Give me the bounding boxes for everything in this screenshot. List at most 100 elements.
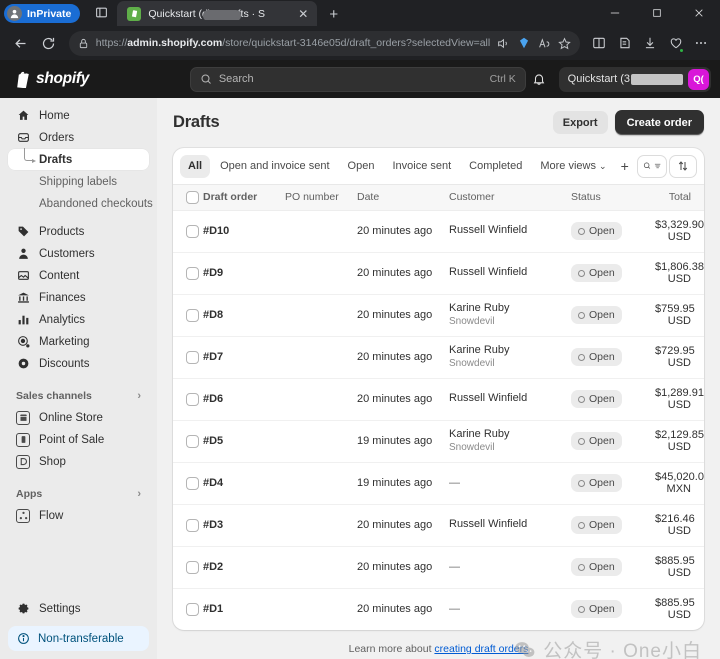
store-switcher[interactable]: Quickstart (3 Q(: [558, 66, 711, 92]
global-search-input[interactable]: Search Ctrl K: [189, 66, 526, 92]
row-checkbox[interactable]: [186, 434, 199, 448]
sort-button[interactable]: [669, 154, 697, 178]
add-view-button[interactable]: +: [617, 155, 633, 178]
creating-draft-orders-link[interactable]: creating draft orders: [434, 643, 528, 655]
table-row[interactable]: #D1 20 minutes ago — Open $885.95 USD: [173, 588, 704, 630]
tab-more-views[interactable]: More views ⌄: [532, 155, 614, 178]
reload-icon[interactable]: [35, 30, 61, 56]
column-date[interactable]: Date: [357, 185, 449, 211]
read-aloud-icon[interactable]: [497, 37, 510, 50]
select-all-checkbox[interactable]: [186, 190, 199, 204]
table-row[interactable]: #D4 19 minutes ago— Open $45,020.00 MXN: [173, 462, 704, 505]
cell-draft-order[interactable]: #D7: [203, 336, 285, 379]
browser-tab-active[interactable]: Quickstart (d) · Drafts · S ✕: [117, 1, 318, 26]
bell-icon[interactable]: [527, 67, 552, 92]
tab-completed[interactable]: Completed: [461, 155, 530, 178]
tab-all[interactable]: All: [180, 154, 211, 178]
column-total[interactable]: Total: [655, 185, 704, 211]
avatar[interactable]: Q(: [688, 68, 709, 90]
status-dot-icon: [578, 521, 585, 529]
cell-draft-order[interactable]: #D10: [203, 210, 285, 253]
cell-draft-order[interactable]: #D4: [203, 462, 285, 505]
sidebar-item-online-store[interactable]: Online Store: [8, 407, 149, 428]
table-row[interactable]: #D9 20 minutes ago Russell Winfield Open $1,…: [173, 252, 704, 295]
cell-draft-order[interactable]: #D9: [203, 252, 285, 295]
sidebar-item-drafts[interactable]: Drafts: [8, 148, 149, 170]
tab-actions-icon[interactable]: [88, 2, 114, 23]
row-checkbox[interactable]: [186, 560, 199, 574]
new-tab-icon[interactable]: +: [329, 7, 338, 22]
sidebar-item-abandoned-checkouts[interactable]: Abandoned checkouts: [8, 193, 153, 214]
row-checkbox[interactable]: [186, 350, 199, 364]
table-row[interactable]: #D5 19 minutes ago Karine Ruby Snowdevil Ope…: [173, 420, 704, 463]
table-row[interactable]: #D8 20 minutes ago Karine Ruby Snowdevil Ope…: [173, 294, 704, 337]
table-row[interactable]: #D10 20 minutes ago Russell Winfield Open $3…: [173, 210, 704, 253]
sales-channels-heading[interactable]: Sales channels ›: [8, 386, 149, 405]
column-customer[interactable]: Customer: [449, 185, 571, 211]
more-options-icon[interactable]: [689, 31, 713, 56]
sidebar-item-marketing[interactable]: Marketing: [8, 331, 149, 352]
tab-open[interactable]: Open: [340, 155, 383, 178]
column-draft-order[interactable]: Draft order: [203, 185, 285, 211]
back-arrow-icon[interactable]: [7, 30, 33, 56]
row-select-cell: [173, 252, 203, 295]
collections-icon[interactable]: [613, 31, 637, 56]
inprivate-label: InPrivate: [27, 7, 72, 20]
sidebar-item-shop[interactable]: Shop: [8, 451, 149, 472]
shopping-tag-icon[interactable]: [517, 36, 531, 50]
cell-po-number: [285, 252, 357, 295]
tab-open-and-invoice-sent[interactable]: Open and invoice sent: [212, 155, 337, 178]
search-filter-button[interactable]: [637, 154, 667, 178]
cell-draft-order[interactable]: #D1: [203, 588, 285, 630]
table-row[interactable]: #D2 20 minutes ago — Open $885.95 USD: [173, 546, 704, 589]
row-checkbox[interactable]: [186, 224, 199, 238]
sidebar-item-settings[interactable]: Settings: [8, 598, 149, 619]
plan-status-badge[interactable]: Non-transferable: [8, 626, 149, 651]
url-input[interactable]: https://admin.shopify.com/store/quicksta…: [68, 30, 581, 56]
split-screen-icon[interactable]: [587, 31, 611, 56]
export-button[interactable]: Export: [552, 111, 608, 134]
sidebar-item-finances[interactable]: Finances: [8, 287, 149, 308]
sidebar-item-flow[interactable]: Flow: [8, 505, 149, 526]
row-checkbox[interactable]: [186, 518, 199, 532]
sidebar-item-discounts[interactable]: Discounts: [8, 353, 149, 374]
sidebar-item-products[interactable]: Products: [8, 221, 149, 242]
close-window-icon[interactable]: [678, 0, 720, 26]
apps-heading[interactable]: Apps ›: [8, 484, 149, 503]
table-row[interactable]: #D3 20 minutes ago Russell Winfield Open $21…: [173, 504, 704, 547]
sidebar-item-content[interactable]: Content: [8, 265, 149, 286]
cell-draft-order[interactable]: #D6: [203, 378, 285, 421]
sidebar-item-home[interactable]: Home: [8, 105, 149, 126]
column-status[interactable]: Status: [571, 185, 655, 211]
cell-draft-order[interactable]: #D8: [203, 294, 285, 337]
cell-draft-order[interactable]: #D5: [203, 420, 285, 463]
minimize-icon[interactable]: [594, 0, 636, 26]
browser-essentials-icon[interactable]: [664, 31, 688, 56]
star-icon[interactable]: [558, 36, 572, 50]
customer-name: Karine Ruby: [449, 301, 510, 314]
shopify-logo[interactable]: shopify: [9, 70, 189, 88]
sidebar-item-shipping-labels[interactable]: Shipping labels: [8, 171, 149, 192]
row-checkbox[interactable]: [186, 392, 199, 406]
inprivate-badge[interactable]: InPrivate: [4, 4, 81, 23]
immersive-reader-icon[interactable]: [538, 37, 551, 50]
sidebar-item-analytics[interactable]: Analytics: [8, 309, 149, 330]
row-checkbox[interactable]: [186, 266, 199, 280]
cell-draft-order[interactable]: #D3: [203, 504, 285, 547]
create-order-button[interactable]: Create order: [614, 110, 704, 135]
cell-draft-order[interactable]: #D2: [203, 546, 285, 589]
downloads-icon[interactable]: [638, 31, 662, 56]
sidebar-item-customers[interactable]: Customers: [8, 243, 149, 264]
table-row[interactable]: #D6 20 minutes ago Russell Winfield Open $1,…: [173, 378, 704, 421]
maximize-icon[interactable]: [636, 0, 678, 26]
row-checkbox[interactable]: [186, 308, 199, 322]
row-checkbox[interactable]: [186, 602, 199, 616]
tab-invoice-sent[interactable]: Invoice sent: [384, 155, 459, 178]
plan-label: Non-transferable: [38, 632, 124, 645]
table-row[interactable]: #D7 20 minutes ago Karine Ruby Snowdevil Ope…: [173, 336, 704, 379]
close-tab-icon[interactable]: ✕: [296, 8, 310, 20]
row-checkbox[interactable]: [186, 476, 199, 490]
sidebar-item-orders[interactable]: Orders: [8, 127, 149, 148]
sidebar-item-point-of-sale[interactable]: Point of Sale: [8, 429, 149, 450]
column-po-number[interactable]: PO number: [285, 185, 357, 211]
